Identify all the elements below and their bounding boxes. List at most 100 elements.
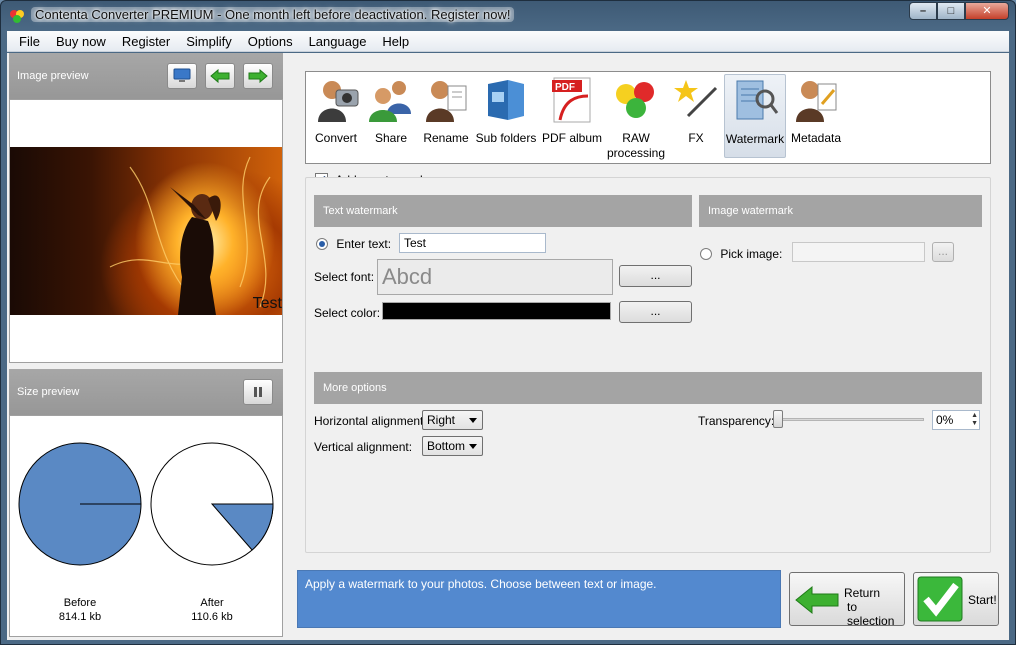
tool-share-label: Share [374, 131, 408, 145]
start-label: Start! [968, 593, 997, 607]
tool-fx[interactable]: FX [672, 74, 720, 158]
color-swatch[interactable] [382, 302, 611, 320]
return-label-line2: to selection [847, 600, 895, 628]
after-label: After [200, 597, 224, 609]
more-options-header: More options [314, 372, 982, 404]
watermark-icon [736, 80, 779, 120]
tool-metadata-label: Metadata [790, 131, 842, 145]
tool-metadata[interactable]: Metadata [790, 74, 842, 158]
after-size: After 110.6 kb [152, 596, 272, 624]
text-watermark-header: Text watermark [314, 195, 692, 227]
pick-image-option[interactable]: Pick image: [700, 246, 782, 261]
vertical-alignment-select[interactable]: Bottom [422, 436, 483, 456]
menu-register[interactable]: Register [114, 34, 178, 49]
tool-convert-label: Convert [314, 131, 358, 145]
spin-arrows-icon[interactable]: ▲ ▼ [971, 412, 978, 428]
tool-rename-label: Rename [423, 131, 469, 145]
transparency-slider-thumb[interactable] [773, 410, 783, 428]
vertical-alignment-value: Bottom [427, 439, 466, 453]
select-font-button[interactable]: ... [619, 265, 692, 287]
transparency-slider-track[interactable] [776, 418, 924, 421]
tool-rename[interactable]: Rename [420, 74, 472, 158]
transparency-label: Transparency: [698, 414, 775, 428]
return-label: Return to selection [844, 586, 904, 628]
horizontal-alignment-label: Horizontal alignment: [314, 414, 427, 428]
convert-icon [318, 81, 359, 122]
tool-raw-processing[interactable]: RAW processing [604, 74, 668, 160]
client-area: Image preview Test Size preview Before 8… [7, 53, 1009, 640]
menu-simplify[interactable]: Simplify [178, 34, 240, 49]
tool-share[interactable]: Share [366, 74, 416, 158]
photo-artwork [109, 156, 271, 315]
before-value: 814.1 kb [58, 611, 102, 623]
monitor-button[interactable] [167, 63, 197, 89]
enter-text-radio[interactable] [316, 237, 328, 250]
menu-help[interactable]: Help [374, 34, 417, 49]
size-preview: Before 814.1 kb After 110.6 kb [9, 415, 283, 637]
photo-watermark-text: Test [252, 295, 282, 312]
size-preview-label: Size preview [17, 386, 80, 398]
minimize-button[interactable]: – [909, 2, 937, 20]
tool-sub-folders-label: Sub folders [475, 131, 537, 145]
pdf-album-icon: PDF [552, 77, 591, 123]
pause-button[interactable] [243, 379, 273, 405]
font-sample: Abcd [377, 259, 613, 295]
image-preview: Test [9, 99, 283, 363]
svg-text:PDF: PDF [555, 82, 575, 93]
info-message: Apply a watermark to your photos. Choose… [297, 570, 781, 628]
transparency-spinbox[interactable]: 0% ▲ ▼ [932, 410, 980, 430]
close-button[interactable]: ✕ [965, 2, 1009, 20]
watermark-text-input[interactable]: Test [399, 233, 546, 253]
return-to-selection-button[interactable]: Return to selection [789, 572, 905, 628]
select-color-button[interactable]: ... [619, 301, 692, 323]
pick-image-input[interactable] [792, 242, 925, 262]
chevron-down-icon [469, 418, 477, 423]
menu-file[interactable]: File [11, 34, 48, 49]
arrow-left-icon [210, 69, 230, 83]
preview-photo: Test [10, 147, 282, 315]
process-toolbar: Convert Share Rename Sub folders PDF PDF… [305, 71, 991, 164]
tool-watermark[interactable]: Watermark [724, 74, 786, 158]
horizontal-alignment-select[interactable]: Right [422, 410, 483, 430]
enter-text-label: Enter text: [336, 236, 392, 251]
image-preview-label: Image preview [17, 70, 89, 82]
tool-convert[interactable]: Convert [310, 74, 362, 158]
before-label: Before [63, 597, 97, 609]
image-watermark-header: Image watermark [699, 195, 982, 227]
window-title: Contenta Converter PREMIUM - One month l… [31, 7, 515, 22]
app-window: Contenta Converter PREMIUM - One month l… [0, 0, 1016, 645]
next-image-button[interactable] [243, 63, 273, 89]
horizontal-alignment-value: Right [427, 413, 456, 427]
menu-buy-now[interactable]: Buy now [48, 34, 114, 49]
monitor-icon [173, 68, 191, 82]
start-button[interactable]: Start! [913, 572, 999, 626]
menu-options[interactable]: Options [240, 34, 301, 49]
checkmark-icon [917, 576, 963, 622]
tool-raw-processing-label: RAW processing [606, 131, 666, 160]
select-font-label: Select font: [314, 270, 375, 284]
enter-text-option[interactable]: Enter text: [316, 236, 391, 251]
vertical-alignment-label: Vertical alignment: [314, 440, 413, 454]
return-label-line1: Return [844, 586, 881, 600]
raw-processing-icon [616, 82, 654, 118]
transparency-value: 0% [936, 413, 954, 427]
tool-sub-folders[interactable]: Sub folders [474, 74, 538, 158]
pick-image-radio[interactable] [700, 247, 712, 260]
after-value: 110.6 kb [191, 611, 233, 623]
menu-language[interactable]: Language [301, 34, 375, 49]
rename-icon [426, 81, 467, 122]
previous-image-button[interactable] [205, 63, 235, 89]
metadata-icon [796, 81, 837, 122]
menu-bar: File Buy now Register Simplify Options L… [7, 31, 1009, 52]
title-bar: Contenta Converter PREMIUM - One month l… [1, 1, 1015, 31]
watermark-settings: Text watermark Image watermark Enter tex… [305, 177, 991, 553]
tool-pdf-album[interactable]: PDF PDF album [540, 74, 604, 158]
subfolders-icon [488, 80, 524, 120]
maximize-button[interactable]: □ [937, 2, 965, 20]
tool-watermark-label: Watermark [725, 132, 785, 146]
pick-image-button[interactable]: ... [932, 242, 954, 262]
size-preview-header: Size preview [9, 369, 283, 415]
share-icon [369, 81, 411, 122]
pick-image-label: Pick image: [720, 246, 783, 261]
before-size: Before 814.1 kb [20, 596, 140, 624]
